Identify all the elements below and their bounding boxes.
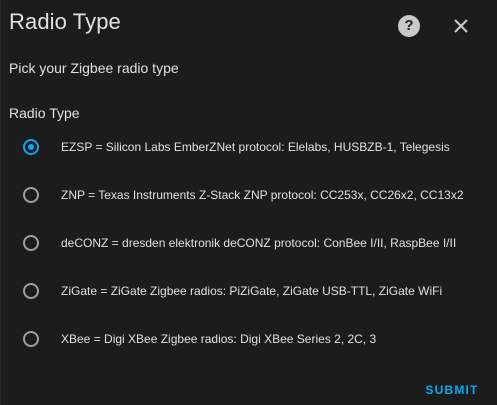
radio-label-znp: ZNP = Texas Instruments Z-Stack ZNP prot…	[61, 188, 464, 202]
radio-option-znp[interactable]: ZNP = Texas Instruments Z-Stack ZNP prot…	[1, 171, 497, 219]
radio-button-xbee[interactable]	[23, 331, 39, 347]
radio-label-ezsp: EZSP = Silicon Labs EmberZNet protocol: …	[61, 140, 450, 154]
submit-button[interactable]: SUBMIT	[419, 378, 485, 402]
dialog-subtitle: Pick your Zigbee radio type	[9, 60, 179, 76]
radio-label-deconz: deCONZ = dresden elektronik deCONZ proto…	[61, 236, 457, 250]
radio-option-xbee[interactable]: XBee = Digi XBee Zigbee radios: Digi XBe…	[1, 315, 497, 363]
radio-type-list: EZSP = Silicon Labs EmberZNet protocol: …	[1, 123, 497, 363]
radio-button-znp[interactable]	[23, 187, 39, 203]
radio-button-deconz[interactable]	[23, 235, 39, 251]
radio-option-ezsp[interactable]: EZSP = Silicon Labs EmberZNet protocol: …	[1, 123, 497, 171]
radio-option-deconz[interactable]: deCONZ = dresden elektronik deCONZ proto…	[1, 219, 497, 267]
radio-group-label: Radio Type	[9, 105, 80, 121]
radio-button-ezsp[interactable]	[23, 139, 39, 155]
radio-label-zigate: ZiGate = ZiGate Zigbee radios: PiZiGate,…	[61, 284, 443, 298]
close-icon[interactable]	[450, 15, 472, 37]
radio-option-zigate[interactable]: ZiGate = ZiGate Zigbee radios: PiZiGate,…	[1, 267, 497, 315]
radio-label-xbee: XBee = Digi XBee Zigbee radios: Digi XBe…	[61, 332, 377, 346]
radio-button-zigate[interactable]	[23, 283, 39, 299]
help-icon[interactable]: ?	[398, 15, 420, 37]
radio-type-dialog: Radio Type ? Pick your Zigbee radio type…	[0, 0, 497, 405]
dialog-title: Radio Type	[9, 9, 121, 34]
